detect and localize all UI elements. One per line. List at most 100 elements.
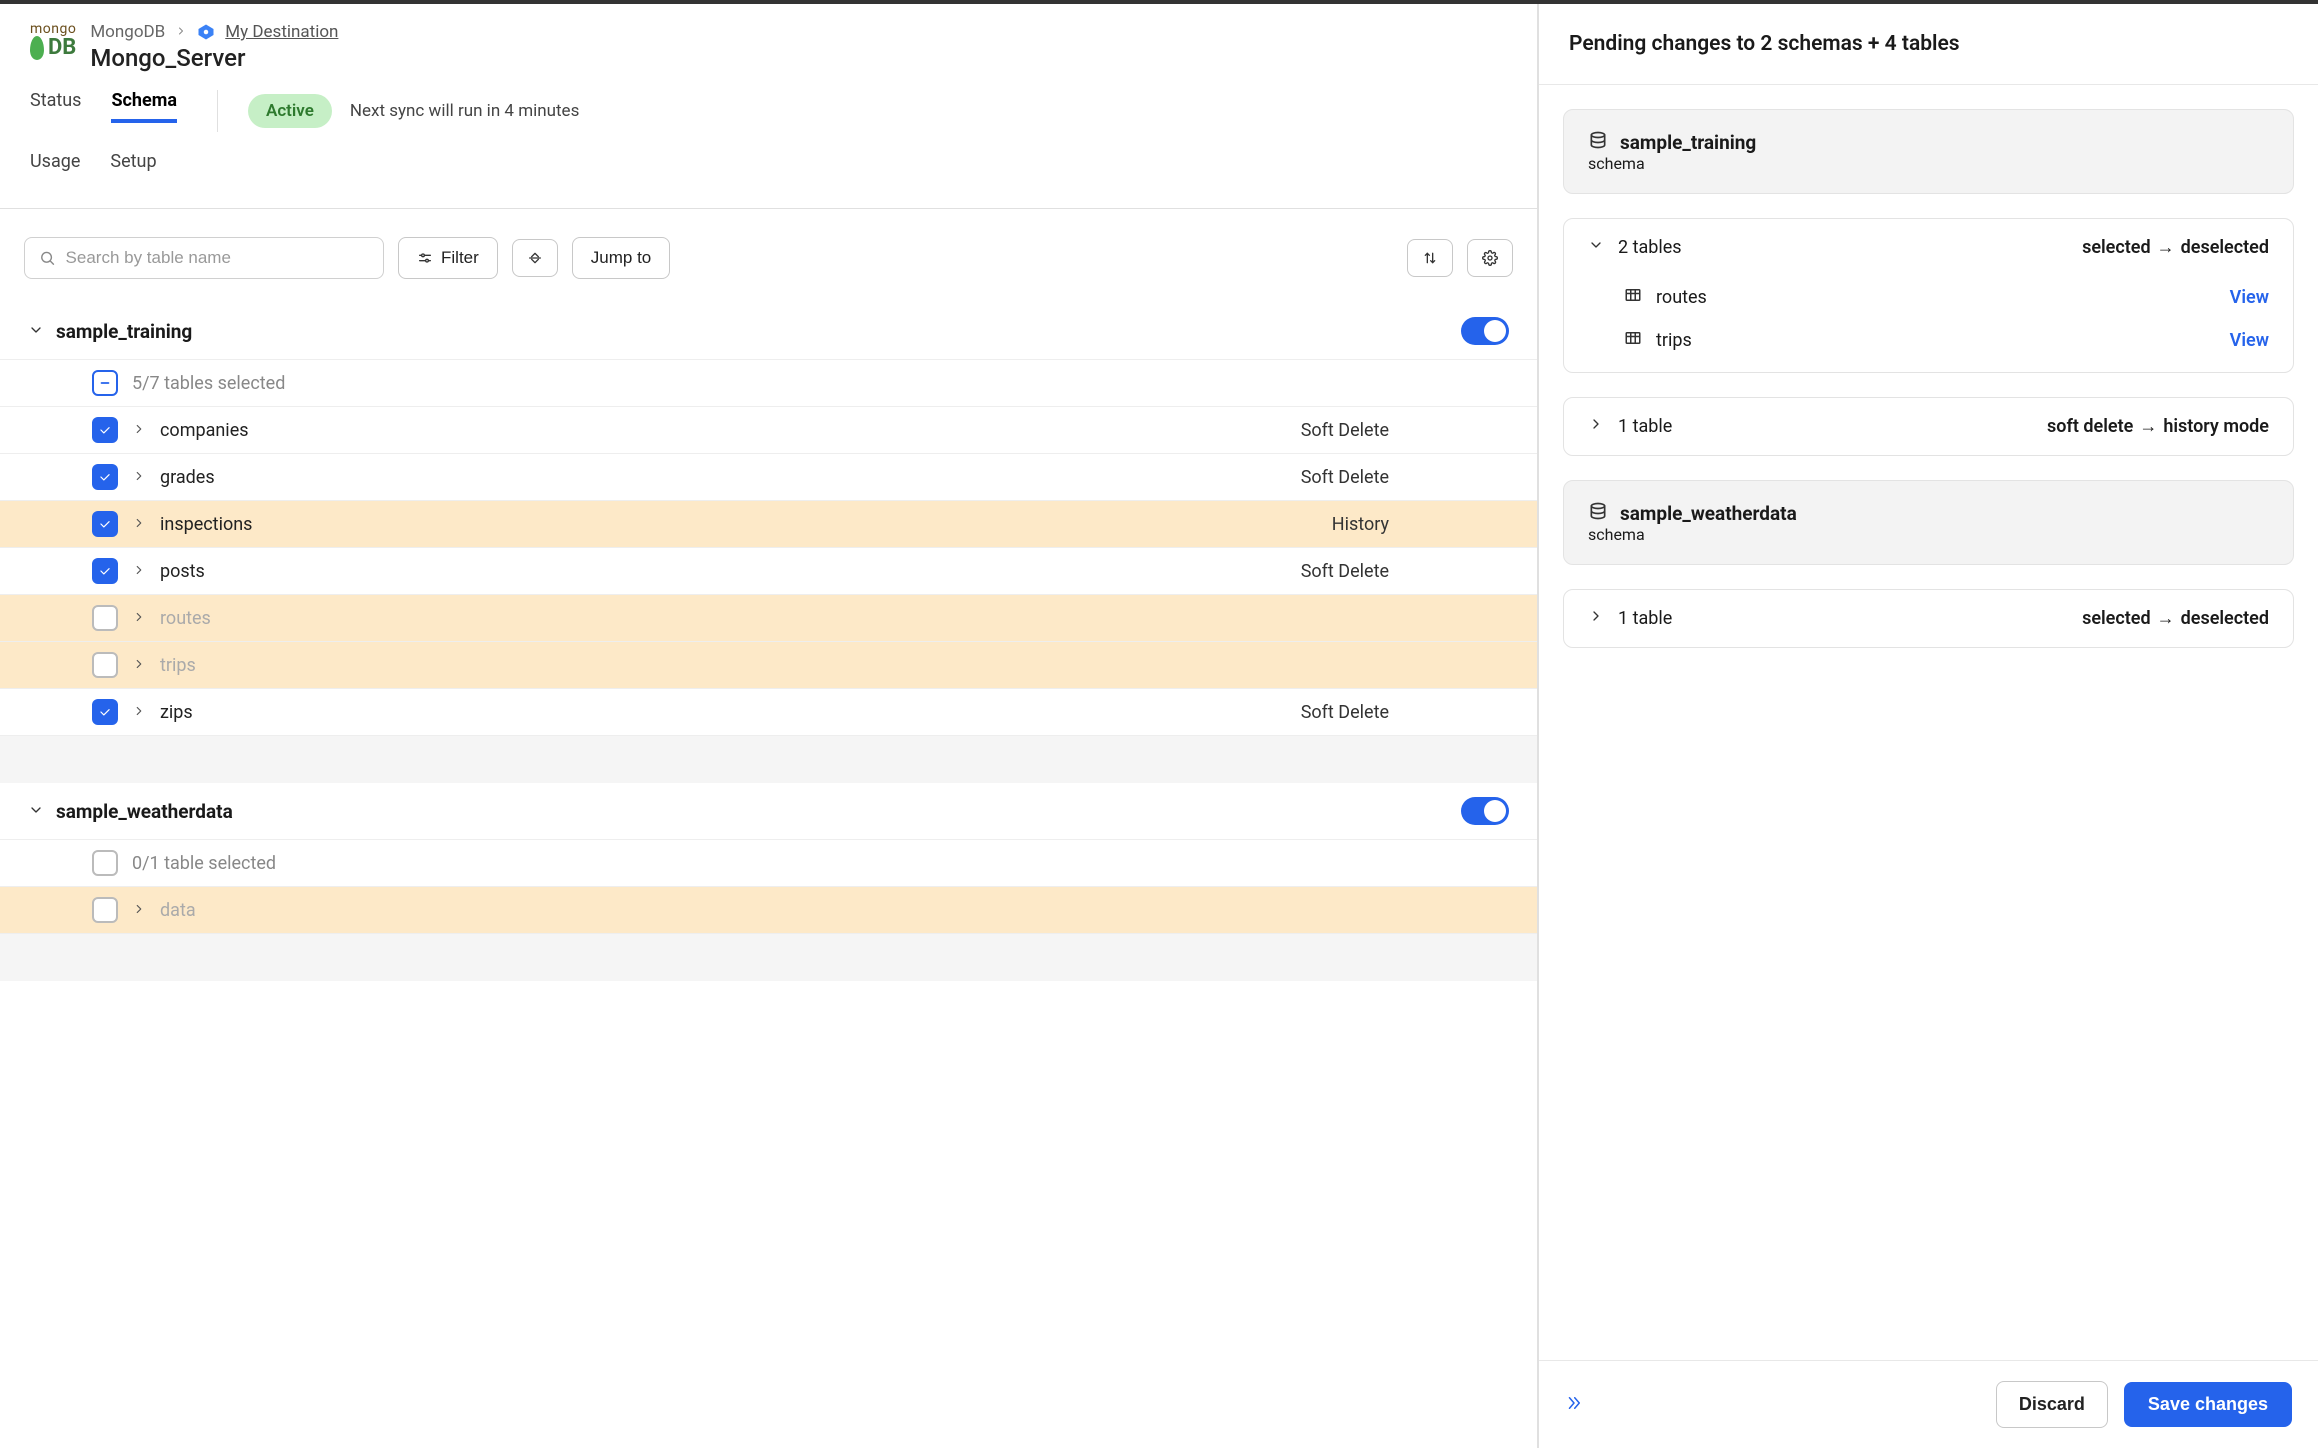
schema-name: sample_training — [56, 320, 192, 343]
table-checkbox[interactable] — [92, 897, 118, 923]
collapse-panel-button[interactable] — [1565, 1394, 1583, 1416]
chevron-right-icon — [132, 608, 146, 629]
table-mode: Soft Delete — [1301, 561, 1389, 582]
changed-table-row: routes View — [1564, 276, 2293, 319]
gear-icon — [1482, 250, 1498, 266]
save-changes-button[interactable]: Save changes — [2124, 1382, 2292, 1427]
tab-setup[interactable]: Setup — [110, 151, 156, 184]
table-mode: Soft Delete — [1301, 702, 1389, 723]
crumb-source[interactable]: MongoDB — [90, 22, 165, 42]
filter-icon — [417, 250, 433, 266]
connector-name: Mongo_Server — [90, 44, 338, 72]
next-sync-text: Next sync will run in 4 minutes — [350, 101, 579, 121]
table-row[interactable]: routes — [0, 594, 1537, 641]
table-name: posts — [160, 561, 205, 582]
pending-change-card: 1 table soft delete→history mode — [1563, 397, 2294, 456]
pending-title: Pending changes to 2 schemas + 4 tables — [1539, 4, 2318, 85]
database-icon — [1588, 501, 1608, 525]
chevrons-right-icon — [1565, 1394, 1583, 1412]
pending-change-card: 2 tables selected→deselected routes View… — [1563, 218, 2294, 373]
leaf-icon — [30, 36, 44, 60]
table-name: trips — [160, 655, 196, 676]
schema-name: sample_weatherdata — [56, 800, 233, 823]
tab-schema[interactable]: Schema — [111, 90, 177, 123]
pending-changes-panel: Pending changes to 2 schemas + 4 tables … — [1538, 4, 2318, 1448]
table-row[interactable]: companies Soft Delete — [0, 406, 1537, 453]
schema-toggle[interactable] — [1461, 797, 1509, 825]
change-count: 1 table — [1618, 416, 1672, 437]
chevron-down-icon — [28, 800, 44, 823]
table-row[interactable]: trips — [0, 641, 1537, 688]
chevron-down-icon — [28, 320, 44, 343]
tab-status[interactable]: Status — [30, 90, 81, 123]
pending-schema-name: sample_training — [1620, 131, 1756, 154]
change-summary-row[interactable]: 1 table selected→deselected — [1564, 590, 2293, 647]
chevron-right-icon — [132, 561, 146, 582]
schema-type-label: schema — [1588, 525, 1645, 544]
select-all-checkbox[interactable] — [92, 850, 118, 876]
table-row[interactable]: posts Soft Delete — [0, 547, 1537, 594]
chevron-right-icon — [175, 22, 187, 42]
table-checkbox[interactable] — [92, 417, 118, 443]
selection-summary: 5/7 tables selected — [132, 373, 285, 394]
table-name: inspections — [160, 514, 252, 535]
table-checkbox[interactable] — [92, 511, 118, 537]
table-row[interactable]: grades Soft Delete — [0, 453, 1537, 500]
table-row[interactable]: zips Soft Delete — [0, 688, 1537, 735]
database-icon — [1588, 130, 1608, 154]
table-checkbox[interactable] — [92, 605, 118, 631]
schema-header[interactable]: sample_training — [0, 303, 1537, 359]
chevron-icon — [1588, 237, 1604, 258]
table-name: data — [160, 900, 196, 921]
change-summary-row[interactable]: 2 tables selected→deselected — [1564, 219, 2293, 276]
settings-button[interactable] — [1467, 239, 1513, 277]
jump-to-button[interactable]: Jump to — [572, 237, 670, 279]
select-all-checkbox[interactable] — [92, 370, 118, 396]
schema-header[interactable]: sample_weatherdata — [0, 783, 1537, 839]
change-count: 1 table — [1618, 608, 1672, 629]
table-checkbox[interactable] — [92, 699, 118, 725]
changed-table-name: routes — [1656, 287, 1707, 308]
main-panel: mongo DB MongoDB My Destination Mongo_Se… — [0, 4, 1538, 1448]
breadcrumb: MongoDB My Destination — [90, 22, 338, 42]
table-icon — [1624, 286, 1642, 309]
table-checkbox[interactable] — [92, 652, 118, 678]
filter-button[interactable]: Filter — [398, 237, 498, 279]
search-input[interactable] — [66, 248, 369, 268]
tab-usage[interactable]: Usage — [30, 151, 80, 184]
change-summary-row[interactable]: 1 table soft delete→history mode — [1564, 398, 2293, 455]
table-name: grades — [160, 467, 215, 488]
selection-summary: 0/1 table selected — [132, 853, 276, 874]
sort-button[interactable] — [1407, 239, 1453, 277]
view-link[interactable]: View — [2230, 330, 2269, 351]
collapse-icon — [527, 250, 543, 266]
schema-toggle[interactable] — [1461, 317, 1509, 345]
chevron-icon — [1588, 608, 1604, 629]
search-input-wrapper[interactable] — [24, 237, 384, 279]
mongodb-logo: mongo DB — [30, 22, 76, 60]
change-transition: selected→deselected — [2082, 237, 2269, 258]
table-name: companies — [160, 420, 249, 441]
crumb-destination[interactable]: My Destination — [225, 22, 338, 42]
changed-table-row: trips View — [1564, 319, 2293, 372]
collapse-button[interactable] — [512, 239, 558, 277]
table-mode: Soft Delete — [1301, 420, 1389, 441]
view-link[interactable]: View — [2230, 287, 2269, 308]
table-icon — [1624, 329, 1642, 352]
status-badge: Active — [248, 94, 332, 128]
destination-icon — [197, 23, 215, 41]
table-mode: Soft Delete — [1301, 467, 1389, 488]
sort-icon — [1422, 250, 1438, 266]
chevron-right-icon — [132, 420, 146, 441]
table-row[interactable]: data — [0, 886, 1537, 933]
table-checkbox[interactable] — [92, 558, 118, 584]
chevron-right-icon — [132, 655, 146, 676]
pending-schema-card: sample_weatherdata schema — [1563, 480, 2294, 565]
table-row[interactable]: inspections History — [0, 500, 1537, 547]
chevron-right-icon — [132, 702, 146, 723]
discard-button[interactable]: Discard — [1996, 1381, 2108, 1428]
changed-table-name: trips — [1656, 330, 1692, 351]
table-checkbox[interactable] — [92, 464, 118, 490]
change-transition: soft delete→history mode — [2047, 416, 2269, 437]
table-mode: History — [1332, 514, 1389, 535]
